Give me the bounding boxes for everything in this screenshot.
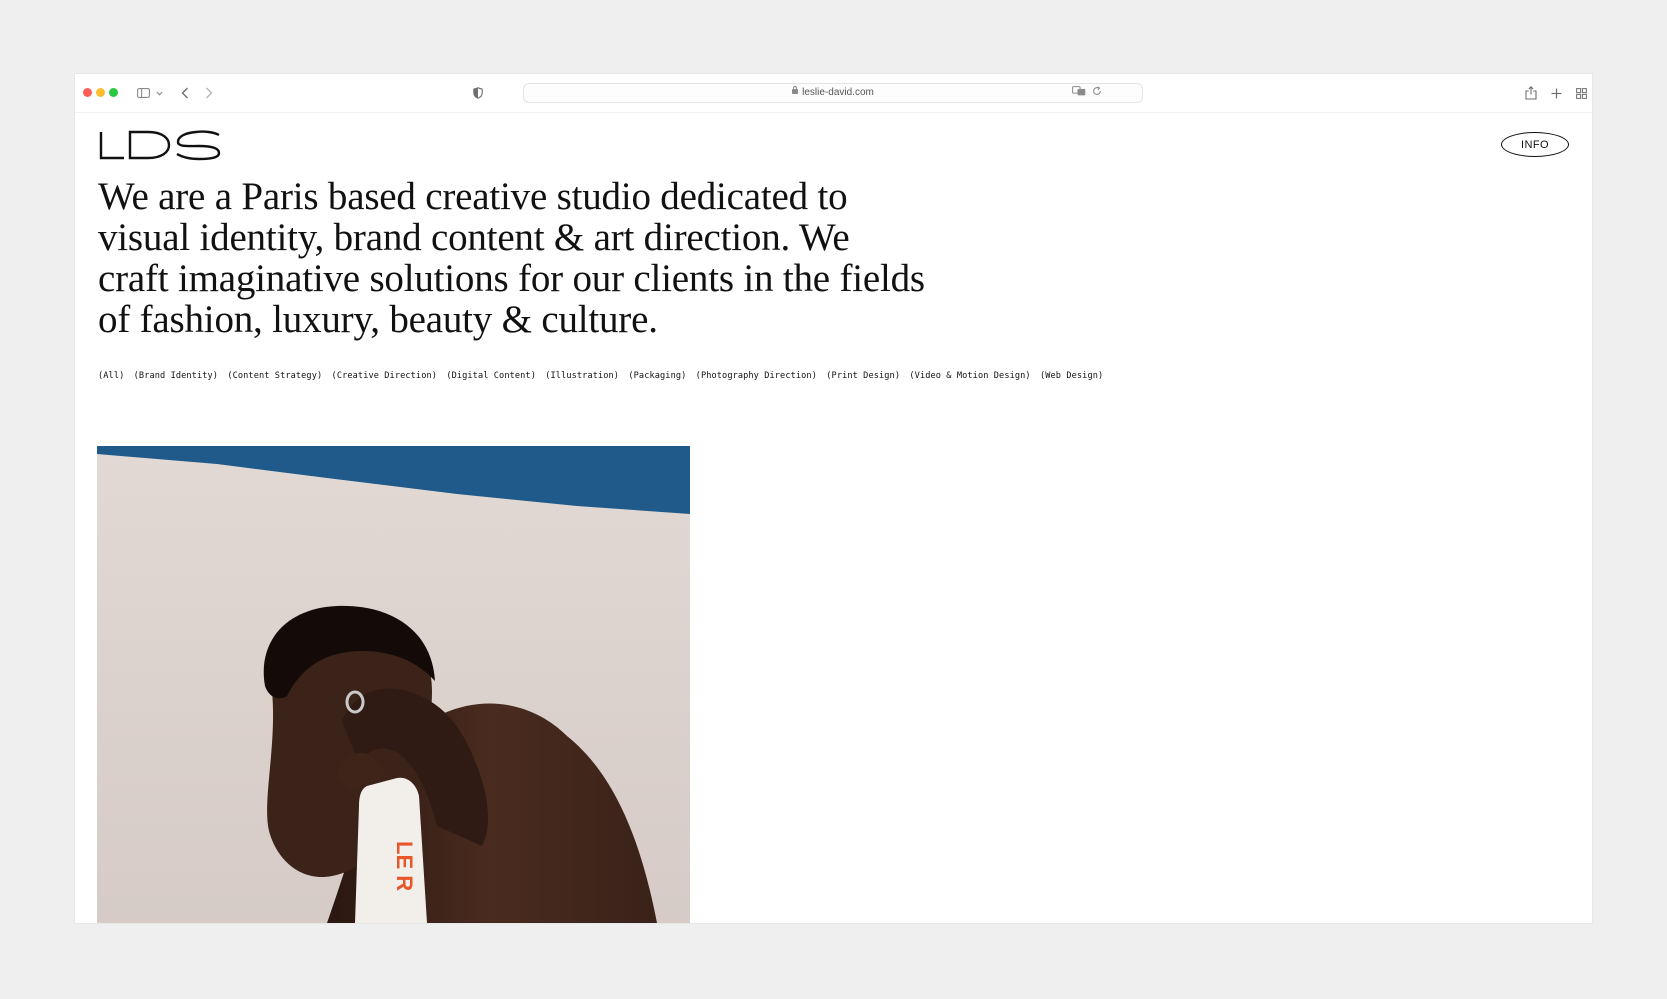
category-filter-list: (All) (Brand Identity) (Content Strategy…	[98, 371, 1107, 381]
filter-web-design[interactable]: (Web Design)	[1040, 371, 1103, 381]
filter-packaging[interactable]: (Packaging)	[628, 371, 686, 381]
filter-video-motion-design[interactable]: (Video & Motion Design)	[909, 371, 1030, 381]
browser-toolbar: leslie-david.com	[75, 74, 1592, 113]
url-label: leslie-david.com	[802, 87, 874, 98]
shield-icon	[473, 87, 483, 99]
filter-all[interactable]: (All)	[98, 371, 124, 381]
share-button[interactable]	[1524, 83, 1538, 103]
sidebar-icon	[136, 88, 150, 98]
project-photo[interactable]: LE R	[97, 446, 690, 923]
filter-digital-content[interactable]: (Digital Content)	[446, 371, 536, 381]
translate-button[interactable]	[1072, 86, 1086, 99]
back-icon	[181, 87, 188, 99]
share-icon	[1525, 86, 1537, 100]
address-bar[interactable]: leslie-david.com	[523, 83, 1143, 103]
new-tab-button[interactable]	[1549, 83, 1563, 103]
filter-photography-direction[interactable]: (Photography Direction)	[696, 371, 817, 381]
reload-button[interactable]	[1092, 86, 1102, 99]
filter-print-design[interactable]: (Print Design)	[826, 371, 900, 381]
privacy-report-button[interactable]	[471, 83, 485, 103]
site-logo[interactable]	[98, 129, 222, 161]
filter-brand-identity[interactable]: (Brand Identity)	[134, 371, 218, 381]
tab-overview-icon	[1575, 87, 1587, 99]
minimize-window-button[interactable]	[96, 88, 105, 97]
forward-icon	[206, 87, 213, 99]
plus-icon	[1551, 88, 1561, 98]
browser-window: leslie-david.com INFO We are a Paris bas…	[75, 74, 1592, 923]
chevron-down-icon	[155, 91, 163, 96]
translate-icon	[1072, 86, 1086, 96]
filter-content-strategy[interactable]: (Content Strategy)	[227, 371, 322, 381]
address-text: leslie-david.com	[524, 86, 1142, 98]
studio-intro-headline: We are a Paris based creative studio ded…	[98, 175, 925, 341]
lock-icon	[792, 86, 799, 94]
bottle-label: LE R	[392, 841, 417, 891]
filter-creative-direction[interactable]: (Creative Direction)	[332, 371, 437, 381]
close-window-button[interactable]	[83, 88, 92, 97]
forward-button[interactable]	[202, 83, 216, 103]
reload-icon	[1093, 86, 1101, 95]
sidebar-menu-button[interactable]	[154, 83, 164, 103]
filter-illustration[interactable]: (Illustration)	[545, 371, 619, 381]
sidebar-toggle-button[interactable]	[135, 83, 151, 103]
info-button[interactable]: INFO	[1501, 132, 1569, 157]
back-button[interactable]	[178, 83, 192, 103]
zoom-window-button[interactable]	[109, 88, 118, 97]
tab-overview-button[interactable]	[1574, 83, 1588, 103]
